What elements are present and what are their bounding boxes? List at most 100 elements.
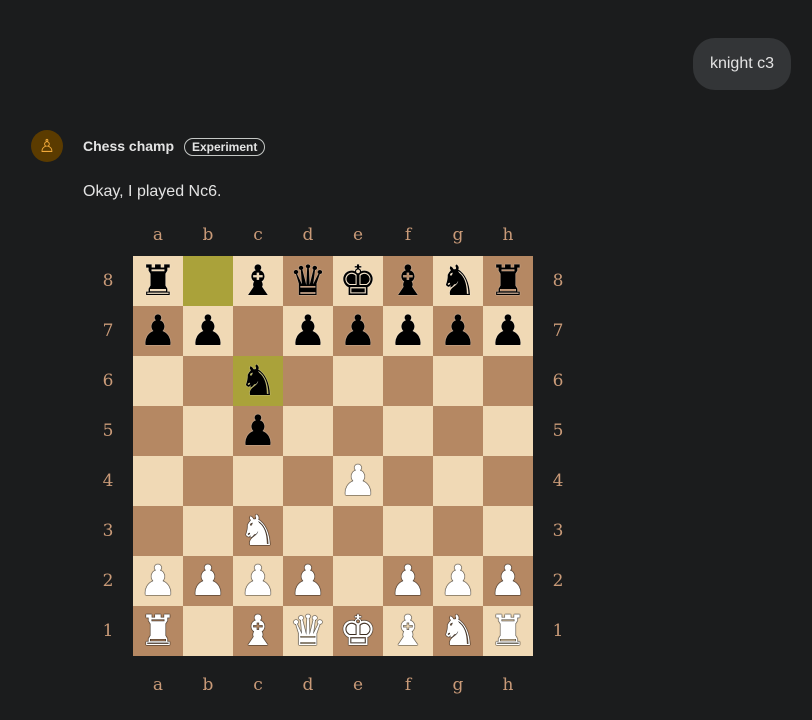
black-pawn-icon[interactable]: ♟	[389, 310, 427, 352]
white-pawn-icon[interactable]: ♟	[139, 560, 177, 602]
square-d6[interactable]	[283, 356, 333, 406]
black-rook-icon[interactable]: ♜	[489, 260, 527, 302]
white-pawn-icon[interactable]: ♟	[389, 560, 427, 602]
square-f1[interactable]: ♝	[383, 606, 433, 656]
square-f6[interactable]	[383, 356, 433, 406]
square-h4[interactable]	[483, 456, 533, 506]
black-pawn-icon[interactable]: ♟	[189, 310, 227, 352]
white-knight-icon[interactable]: ♞	[239, 510, 277, 552]
white-pawn-icon[interactable]: ♟	[239, 560, 277, 602]
square-g3[interactable]	[433, 506, 483, 556]
square-f7[interactable]: ♟	[383, 306, 433, 356]
square-c1[interactable]: ♝	[233, 606, 283, 656]
square-a4[interactable]	[133, 456, 183, 506]
square-e7[interactable]: ♟	[333, 306, 383, 356]
square-d7[interactable]: ♟	[283, 306, 333, 356]
square-h8[interactable]: ♜	[483, 256, 533, 306]
square-d2[interactable]: ♟	[283, 556, 333, 606]
square-d3[interactable]	[283, 506, 333, 556]
black-bishop-icon[interactable]: ♝	[239, 260, 277, 302]
square-h5[interactable]	[483, 406, 533, 456]
square-b1[interactable]	[183, 606, 233, 656]
square-h1[interactable]: ♜	[483, 606, 533, 656]
white-bishop-icon[interactable]: ♝	[239, 610, 277, 652]
square-e1[interactable]: ♚	[333, 606, 383, 656]
square-b4[interactable]	[183, 456, 233, 506]
square-f5[interactable]	[383, 406, 433, 456]
square-d4[interactable]	[283, 456, 333, 506]
square-c5[interactable]: ♟	[233, 406, 283, 456]
white-pawn-icon[interactable]: ♟	[439, 560, 477, 602]
square-a6[interactable]	[133, 356, 183, 406]
square-c6[interactable]: ♞	[233, 356, 283, 406]
square-g1[interactable]: ♞	[433, 606, 483, 656]
square-e2[interactable]	[333, 556, 383, 606]
square-a8[interactable]: ♜	[133, 256, 183, 306]
square-d1[interactable]: ♛	[283, 606, 333, 656]
square-b3[interactable]	[183, 506, 233, 556]
black-pawn-icon[interactable]: ♟	[489, 310, 527, 352]
square-b6[interactable]	[183, 356, 233, 406]
square-e3[interactable]	[333, 506, 383, 556]
white-pawn-icon[interactable]: ♟	[189, 560, 227, 602]
square-g6[interactable]	[433, 356, 483, 406]
bot-name: Chess champ	[83, 138, 175, 154]
black-knight-icon[interactable]: ♞	[239, 360, 277, 402]
square-h2[interactable]: ♟	[483, 556, 533, 606]
square-a2[interactable]: ♟	[133, 556, 183, 606]
square-e6[interactable]	[333, 356, 383, 406]
white-pawn-icon[interactable]: ♟	[489, 560, 527, 602]
square-c4[interactable]	[233, 456, 283, 506]
square-g4[interactable]	[433, 456, 483, 506]
white-king-icon[interactable]: ♚	[339, 610, 377, 652]
square-g8[interactable]: ♞	[433, 256, 483, 306]
square-h6[interactable]	[483, 356, 533, 406]
square-f4[interactable]	[383, 456, 433, 506]
black-king-icon[interactable]: ♚	[339, 260, 377, 302]
black-pawn-icon[interactable]: ♟	[239, 410, 277, 452]
file-label-g-top: g	[452, 225, 464, 245]
square-e8[interactable]: ♚	[333, 256, 383, 306]
white-pawn-icon[interactable]: ♟	[289, 560, 327, 602]
square-g5[interactable]	[433, 406, 483, 456]
square-g2[interactable]: ♟	[433, 556, 483, 606]
file-label-f-bottom: f	[404, 675, 412, 695]
white-pawn-icon[interactable]: ♟	[339, 460, 377, 502]
white-rook-icon[interactable]: ♜	[139, 610, 177, 652]
square-h3[interactable]	[483, 506, 533, 556]
square-a3[interactable]	[133, 506, 183, 556]
black-pawn-icon[interactable]: ♟	[289, 310, 327, 352]
square-f8[interactable]: ♝	[383, 256, 433, 306]
square-g7[interactable]: ♟	[433, 306, 483, 356]
square-d8[interactable]: ♛	[283, 256, 333, 306]
square-c7[interactable]	[233, 306, 283, 356]
black-knight-icon[interactable]: ♞	[439, 260, 477, 302]
square-e5[interactable]	[333, 406, 383, 456]
square-e4[interactable]: ♟	[333, 456, 383, 506]
square-a1[interactable]: ♜	[133, 606, 183, 656]
square-h7[interactable]: ♟	[483, 306, 533, 356]
square-f2[interactable]: ♟	[383, 556, 433, 606]
square-a7[interactable]: ♟	[133, 306, 183, 356]
black-pawn-icon[interactable]: ♟	[139, 310, 177, 352]
square-b7[interactable]: ♟	[183, 306, 233, 356]
black-bishop-icon[interactable]: ♝	[389, 260, 427, 302]
black-queen-icon[interactable]: ♛	[289, 260, 327, 302]
white-bishop-icon[interactable]: ♝	[389, 610, 427, 652]
square-b5[interactable]	[183, 406, 233, 456]
white-queen-icon[interactable]: ♛	[289, 610, 327, 652]
white-knight-icon[interactable]: ♞	[439, 610, 477, 652]
black-pawn-icon[interactable]: ♟	[439, 310, 477, 352]
square-b2[interactable]: ♟	[183, 556, 233, 606]
square-c8[interactable]: ♝	[233, 256, 283, 306]
square-c2[interactable]: ♟	[233, 556, 283, 606]
square-c3[interactable]: ♞	[233, 506, 283, 556]
black-pawn-icon[interactable]: ♟	[339, 310, 377, 352]
square-a5[interactable]	[133, 406, 183, 456]
square-d5[interactable]	[283, 406, 333, 456]
square-b8[interactable]	[183, 256, 233, 306]
square-f3[interactable]	[383, 506, 433, 556]
black-rook-icon[interactable]: ♜	[139, 260, 177, 302]
white-rook-icon[interactable]: ♜	[489, 610, 527, 652]
chess-board[interactable]: ♜ ♝ ♛ ♚ ♝ ♞ ♜ ♟ ♟ ♟ ♟ ♟ ♟ ♟ ♞ ♟ ♟ ♞ ♟ ♟ ♟ ♟ ♟ ♟ ♟ ♜ ♝ ♛ ♚ ♝ ♞ ♜	[133, 256, 533, 656]
